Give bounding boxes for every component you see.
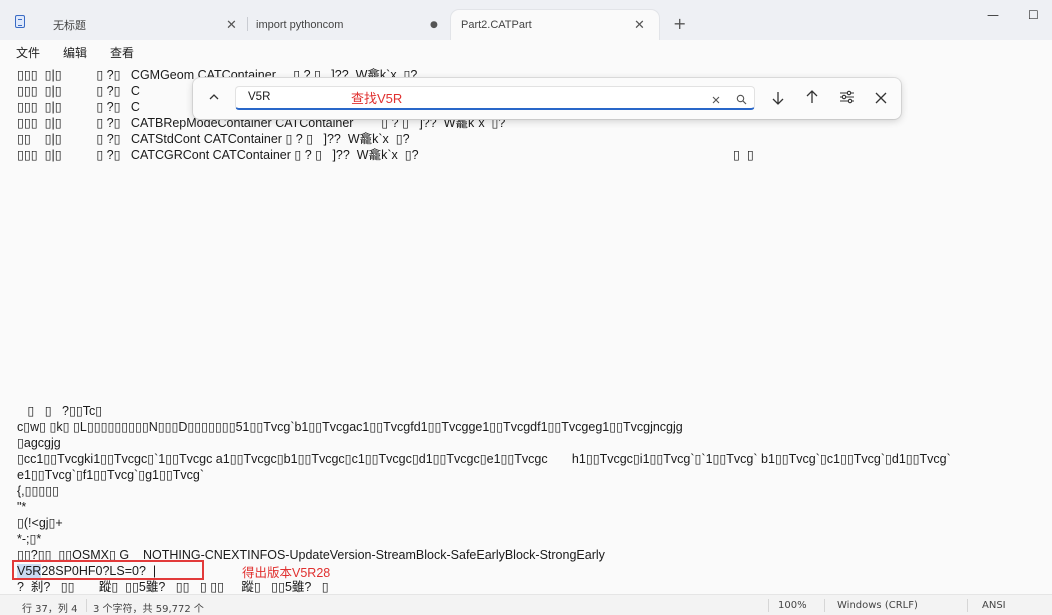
notepad-app-icon: [15, 15, 25, 28]
menu-view[interactable]: 查看: [110, 44, 134, 61]
status-divider: [967, 599, 968, 612]
text-line: ▯ ▯: [733, 148, 754, 162]
clear-icon[interactable]: [711, 92, 721, 108]
line-ending[interactable]: Windows (CRLF): [837, 600, 918, 611]
text-line: ▯▯▯ ▯|▯ ▯ ?▯ C: [17, 100, 140, 114]
new-tab-button[interactable]: +: [673, 14, 686, 33]
cursor-position: 行 37，列 4: [22, 604, 78, 615]
text-line: {,▯▯▯▯▯: [17, 484, 60, 498]
status-divider: [768, 599, 769, 612]
status-divider: [86, 599, 87, 612]
find-annotation: 查找V5R: [351, 91, 403, 106]
encoding[interactable]: ANSI: [982, 600, 1006, 611]
status-divider: [824, 599, 825, 612]
tab-untitled-label: 无标题: [53, 20, 86, 32]
find-query: V5R: [248, 91, 271, 103]
close-icon[interactable]: ✕: [226, 19, 237, 32]
result-highlight-box: [12, 560, 204, 580]
minimize-button[interactable]: —: [987, 8, 999, 22]
find-input[interactable]: V5R 查找V5R: [235, 86, 755, 110]
text-line: ? 刹? ▯▯ 蹤▯ ▯▯5雖? ▯▯ ▯ ▯▯ 蹤▯ ▯▯5雖? ▯: [17, 580, 329, 594]
text-line: "*: [17, 500, 27, 514]
text-line: ▯cc1▯▯Tvcgki1▯▯Tvcgc▯`1▯▯Tvcgc a1▯▯Tvcgc…: [17, 452, 951, 466]
editor-text-area[interactable]: ▯▯▯ ▯|▯ ▯ ?▯ CGMGeom CATContainer ▯ ? ▯ …: [0, 64, 1052, 594]
arrow-down-icon[interactable]: [771, 90, 785, 109]
tab-untitled[interactable]: 无标题 ✕: [40, 10, 246, 40]
text-line: ▯▯ ▯|▯ ▯ ?▯ CATStdCont CATContainer ▯ ? …: [17, 132, 410, 146]
text-line: ▯agcgjg: [17, 436, 61, 450]
menu-edit[interactable]: 编辑: [63, 44, 87, 61]
result-annotation: 得出版本V5R28: [242, 566, 331, 580]
search-icon[interactable]: [736, 92, 747, 108]
menu-bar: [0, 40, 1052, 64]
character-count: 3 个字符，共 59,772 个: [93, 604, 204, 615]
chevron-up-icon[interactable]: [208, 90, 220, 106]
text-line: e1▯▯Tvcg`▯f1▯▯Tvcg`▯g1▯▯Tvcg`: [17, 468, 205, 482]
unsaved-dot-icon[interactable]: ●: [430, 20, 438, 30]
close-icon[interactable]: [875, 91, 887, 107]
text-line: ▯(!<gj▯+: [17, 516, 63, 530]
text-line: ▯▯▯ ▯|▯ ▯ ?▯ CATCGRCont CATContainer ▯ ?…: [17, 148, 419, 162]
text-line: c▯w▯ ▯k▯ ▯L▯▯▯▯▯▯▯▯▯N▯▯▯D▯▯▯▯▯▯▯51▯▯Tvcg…: [17, 420, 683, 434]
tab-part2-catpart-label: Part2.CATPart: [461, 19, 532, 31]
text-line: ▯ ▯ ?▯▯Tc▯: [17, 404, 103, 418]
text-line: ▯▯▯ ▯|▯ ▯ ?▯ C: [17, 84, 140, 98]
find-panel: V5R 查找V5R: [193, 78, 901, 119]
title-bar: 无标题 ✕ import pythoncom ● Part2.CATPart ✕…: [0, 0, 1052, 40]
arrow-up-icon[interactable]: [805, 89, 819, 108]
tab-import-pythoncom[interactable]: import pythoncom ●: [248, 10, 450, 40]
maximize-button[interactable]: ☐: [1028, 8, 1039, 22]
close-icon[interactable]: ✕: [634, 19, 645, 32]
text-line: *-;▯*: [17, 532, 42, 546]
zoom-level[interactable]: 100%: [778, 600, 807, 611]
tab-part2-catpart[interactable]: Part2.CATPart ✕: [451, 10, 659, 40]
menu-file[interactable]: 文件: [16, 44, 40, 61]
tab-import-pythoncom-label: import pythoncom: [256, 19, 344, 31]
status-bar: 行 37，列 4 3 个字符，共 59,772 个 100% Windows (…: [0, 594, 1052, 615]
options-icon[interactable]: [839, 90, 855, 107]
